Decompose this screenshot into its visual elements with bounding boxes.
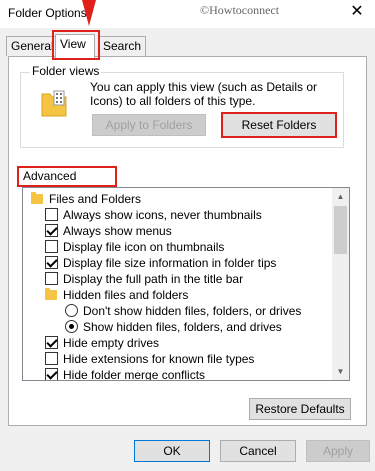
list-item[interactable]: Show hidden files, folders, and drives bbox=[23, 319, 333, 335]
folder-icon bbox=[45, 288, 57, 300]
folder-views-description: You can apply this view (such as Details… bbox=[90, 80, 318, 108]
tab-search[interactable]: Search bbox=[98, 36, 147, 56]
list-item[interactable]: Hide folder merge conflicts bbox=[23, 367, 333, 381]
red-arrow-indicator bbox=[82, 0, 96, 26]
ok-button[interactable]: OK bbox=[134, 440, 210, 462]
scroll-thumb[interactable] bbox=[334, 206, 347, 254]
list-item-label: Hide extensions for known file types bbox=[63, 352, 255, 366]
tab-general[interactable]: General bbox=[6, 36, 59, 56]
list-item-label: Show hidden files, folders, and drives bbox=[83, 320, 282, 334]
title-bar: Folder Options ©Howtoconnect ✕ bbox=[0, 0, 375, 28]
list-item[interactable]: Always show menus bbox=[23, 223, 333, 239]
list-item[interactable]: Files and Folders bbox=[23, 191, 333, 207]
close-icon[interactable]: ✕ bbox=[347, 2, 367, 22]
list-item[interactable]: Hide empty drives bbox=[23, 335, 333, 351]
folder-icon bbox=[31, 192, 43, 204]
checkbox[interactable] bbox=[45, 368, 58, 380]
list-item-label: Hide folder merge conflicts bbox=[63, 368, 206, 381]
checkbox[interactable] bbox=[45, 352, 58, 365]
checkbox[interactable] bbox=[45, 208, 58, 221]
checkbox[interactable] bbox=[45, 256, 58, 269]
list-item-label: Files and Folders bbox=[49, 192, 142, 206]
list-item[interactable]: Always show icons, never thumbnails bbox=[23, 207, 333, 223]
advanced-settings-list[interactable]: Files and Folders Always show icons, neve… bbox=[22, 187, 350, 381]
advanced-settings-label: Advanced settings: bbox=[17, 166, 117, 200]
list-item-label: Hidden files and folders bbox=[63, 288, 189, 302]
checkbox[interactable] bbox=[45, 240, 58, 253]
apply-button[interactable]: Apply bbox=[306, 440, 370, 462]
window-title: Folder Options bbox=[8, 6, 87, 20]
reset-folders-button[interactable]: Reset Folders bbox=[221, 112, 337, 138]
checkbox[interactable] bbox=[45, 336, 58, 349]
list-item[interactable]: Display file icon on thumbnails bbox=[23, 239, 333, 255]
radio-button[interactable] bbox=[65, 304, 78, 317]
radio-button[interactable] bbox=[65, 320, 78, 333]
apply-to-folders-button[interactable]: Apply to Folders bbox=[92, 114, 206, 136]
list-item-label: Display file size information in folder … bbox=[63, 256, 277, 270]
list-item-label: Display the full path in the title bar bbox=[63, 272, 244, 286]
checkbox[interactable] bbox=[45, 272, 58, 285]
list-item[interactable]: Display the full path in the title bar bbox=[23, 271, 333, 287]
cancel-button[interactable]: Cancel bbox=[220, 440, 296, 462]
watermark: ©Howtoconnect bbox=[200, 3, 280, 17]
scroll-up-icon[interactable]: ▲ bbox=[332, 188, 349, 205]
list-item-label: Always show menus bbox=[63, 224, 172, 238]
restore-defaults-button[interactable]: Restore Defaults bbox=[249, 398, 351, 420]
list-item[interactable]: Hide extensions for known file types bbox=[23, 351, 333, 367]
checkbox[interactable] bbox=[45, 224, 58, 237]
list-item-label: Don't show hidden files, folders, or dri… bbox=[83, 304, 302, 318]
folder-views-title: Folder views bbox=[30, 64, 102, 78]
list-item[interactable]: Don't show hidden files, folders, or dri… bbox=[23, 303, 333, 319]
list-item[interactable]: Hidden files and folders bbox=[23, 287, 333, 303]
list-item-label: Display file icon on thumbnails bbox=[63, 240, 225, 254]
scroll-down-icon[interactable]: ▼ bbox=[332, 363, 349, 380]
scrollbar[interactable]: ▲ ▼ bbox=[332, 188, 349, 380]
tab-view-highlight bbox=[52, 30, 100, 60]
list-item-label: Hide empty drives bbox=[63, 336, 160, 350]
folder-views-icon bbox=[40, 88, 68, 118]
list-item-label: Always show icons, never thumbnails bbox=[63, 208, 262, 222]
list-item[interactable]: Display file size information in folder … bbox=[23, 255, 333, 271]
